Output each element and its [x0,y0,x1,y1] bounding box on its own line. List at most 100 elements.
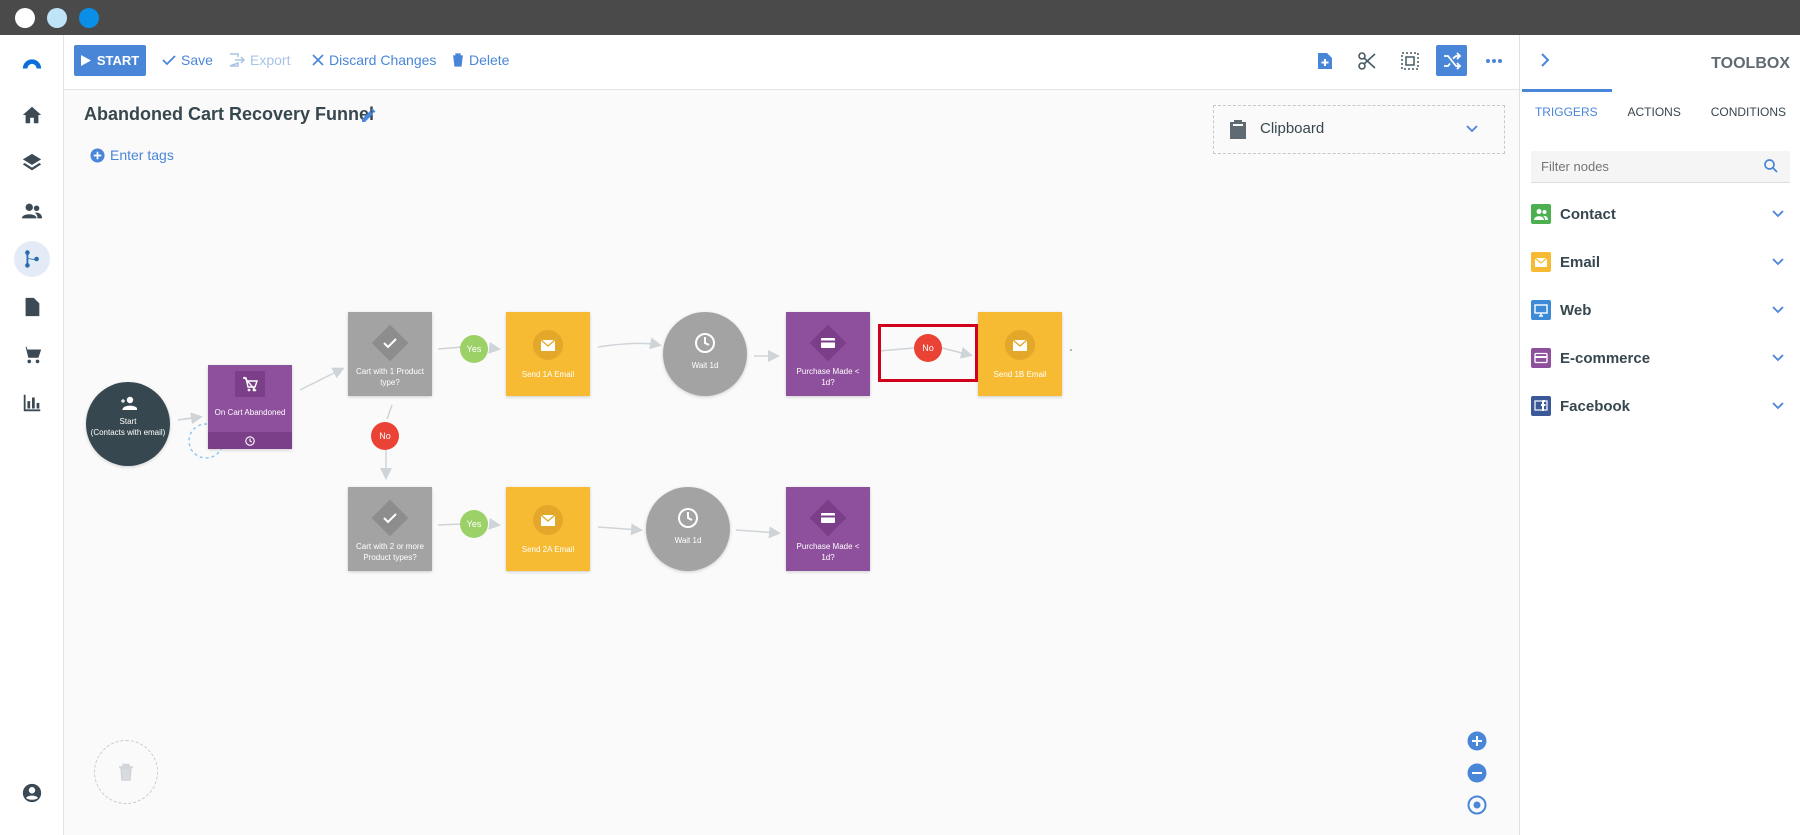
category-e-commerce-label: E-commerce [1560,349,1651,367]
monitor-icon [1531,300,1551,320]
category-email[interactable]: Email [1531,248,1790,276]
yes-badge-2[interactable]: Yes [460,510,488,538]
card-icon [809,324,847,362]
check-condition-icon [371,324,409,362]
email-icon [533,505,563,535]
condition-node-2-products[interactable]: Cart with 2 or more Product types? [348,487,432,571]
email-icon [1005,330,1035,360]
play-icon [80,55,91,66]
layers-icon[interactable] [14,145,50,181]
email-node-2a[interactable]: Send 2A Email [506,487,590,571]
toolbox-header-underline [1522,89,1612,92]
search-icon[interactable] [1764,159,1778,173]
check-icon [162,55,176,66]
start-button[interactable]: START [74,45,146,76]
start-button-label: START [96,53,140,68]
category-facebook[interactable]: Facebook [1531,392,1790,420]
contacts-icon [1531,204,1551,224]
trash-icon [453,53,463,67]
select-area-icon[interactable] [1394,45,1425,76]
wait-node-2-label: Wait 1d [674,536,702,545]
chevron-down-icon [1772,210,1784,218]
zoom-out-icon[interactable] [1467,763,1487,783]
condition-node-1-label: Cart with 1 Product type? [355,367,425,387]
home-icon[interactable] [14,97,50,133]
arc-logo-icon[interactable] [14,45,50,81]
trigger-node-label: On Cart Abandoned [214,408,286,417]
wait-node-1[interactable]: Wait 1d [663,312,747,396]
scissors-icon[interactable] [1351,45,1382,76]
chevron-down-icon [1772,402,1784,410]
zoom-in-icon[interactable] [1467,731,1487,751]
export-button[interactable]: Export [229,52,290,68]
category-e-commerce[interactable]: E-commerce [1531,344,1790,372]
start-node-label: Start (Contacts with email) [90,417,166,437]
email-node-1b[interactable]: Send 1B Email [978,312,1062,396]
workflow-canvas[interactable]: Abandoned Cart Recovery Funnel Enter tag… [64,90,1519,835]
email-node-1a[interactable]: Send 1A Email [506,312,590,396]
chevron-down-icon [1772,258,1784,266]
condition-node-2-label: Cart with 2 or more Product types? [355,542,425,562]
clock-icon [245,435,255,446]
toolbox-title: TOOLBOX [1711,55,1790,72]
category-contact-label: Contact [1560,205,1616,223]
category-web[interactable]: Web [1531,296,1790,324]
category-email-label: Email [1560,253,1601,271]
yes-badge-1[interactable]: Yes [460,335,488,363]
cart-icon[interactable] [14,337,50,373]
condition-node-purchase-1-label: Purchase Made < 1d? [796,367,860,387]
save-button-label: Save [181,52,213,68]
condition-node-purchase-1[interactable]: Purchase Made < 1d? [786,312,870,396]
email-node-1b-label: Send 1B Email [993,370,1047,379]
export-icon [229,53,245,67]
condition-node-purchase-2-label: Purchase Made < 1d? [796,542,860,562]
category-contact[interactable]: Contact [1531,200,1790,228]
add-contacts-icon [121,396,137,410]
remove-cart-icon [235,371,265,397]
reports-icon[interactable] [14,385,50,421]
tab-actions[interactable]: ACTIONS [1627,105,1680,119]
window-maximize-dot[interactable] [79,8,99,28]
email-node-2a-label: Send 2A Email [521,545,575,554]
chevron-down-icon [1772,306,1784,314]
recenter-icon[interactable] [1467,795,1487,815]
condition-node-1-product[interactable]: Cart with 1 Product type? [348,312,432,396]
trigger-schedule-bar [208,432,292,449]
editor-toolbar: START Save Export Discard Changes Delete [64,35,1519,90]
add-node-icon[interactable] [1309,45,1340,76]
facebook-icon [1531,396,1551,416]
contacts-icon[interactable] [14,193,50,229]
workflow-edges [177,337,1072,539]
toolbox-panel: TOOLBOX TRIGGERS ACTIONS CONDITIONS Cont… [1519,35,1800,835]
collapse-chevron-icon[interactable] [1540,53,1550,67]
document-icon[interactable] [14,289,50,325]
start-node[interactable]: Start (Contacts with email) [86,382,170,466]
save-button[interactable]: Save [162,52,213,68]
account-icon[interactable] [14,775,50,811]
discard-changes-label: Discard Changes [329,52,437,68]
window-close-dot[interactable] [15,8,35,28]
email-icon [1531,252,1551,272]
close-icon [312,54,324,66]
window-titlebar [0,0,1800,35]
automation-icon[interactable] [14,241,50,277]
left-navigation [0,35,64,835]
clock-icon [678,508,698,528]
toolbox-tabs: TRIGGERS ACTIONS CONDITIONS [1520,105,1800,119]
no-badge-vertical[interactable]: No [371,422,399,450]
filter-nodes-input[interactable] [1531,151,1751,181]
trigger-node-cart-abandoned[interactable]: On Cart Abandoned [208,365,292,449]
chevron-down-icon [1772,354,1784,362]
delete-button[interactable]: Delete [452,52,509,68]
window-minimize-dot[interactable] [47,8,67,28]
tab-triggers[interactable]: TRIGGERS [1535,105,1598,119]
discard-changes-button[interactable]: Discard Changes [312,52,436,68]
check-condition-icon [371,499,409,537]
tab-conditions[interactable]: CONDITIONS [1711,105,1786,119]
wait-node-2[interactable]: Wait 1d [646,487,730,571]
shuffle-icon[interactable] [1436,45,1467,76]
condition-node-purchase-2[interactable]: Purchase Made < 1d? [786,487,870,571]
filter-nodes-field [1531,151,1790,183]
delete-drop-zone[interactable] [94,740,158,804]
more-options-icon[interactable] [1478,45,1509,76]
